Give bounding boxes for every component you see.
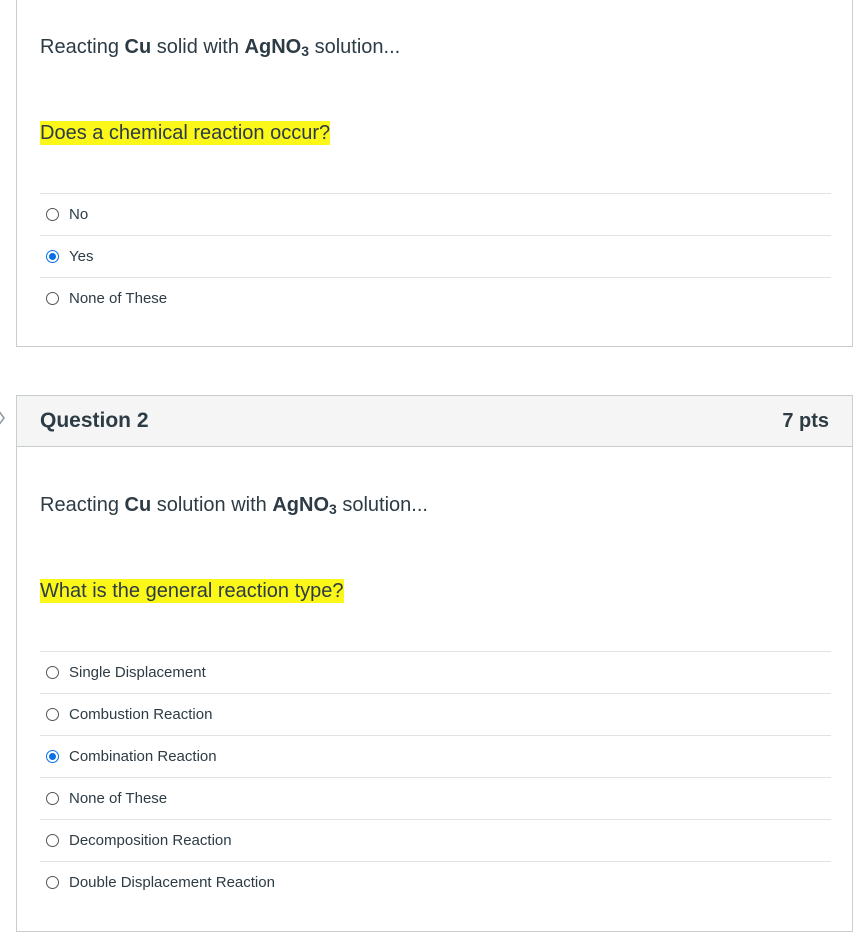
question-points: 7 pts (782, 409, 829, 432)
answer-label: Yes (69, 248, 94, 265)
answer-option[interactable]: Decomposition Reaction (40, 819, 831, 861)
answer-option[interactable]: None of These (40, 777, 831, 819)
stem-formula-cu: Cu (124, 494, 152, 516)
stem-text: Reacting (40, 494, 125, 516)
stem-text: solution with (151, 494, 273, 516)
radio-button-selected[interactable] (46, 250, 59, 263)
answer-label: Combination Reaction (69, 748, 217, 765)
radio-button[interactable] (46, 666, 59, 679)
question-2-answers: Single Displacement Combustion Reaction … (40, 651, 831, 903)
answer-label: Decomposition Reaction (69, 832, 232, 849)
answer-label: Combustion Reaction (69, 706, 213, 723)
answer-option[interactable]: Single Displacement (40, 651, 831, 693)
question-1-prompt: Does a chemical reaction occur? (40, 121, 331, 145)
question-1-body: Reacting Cu solid with AgNO3 solution...… (17, 0, 852, 346)
question-1-stem: Reacting Cu solid with AgNO3 solution... (40, 36, 400, 59)
radio-button[interactable] (46, 792, 59, 805)
answer-label: None of These (69, 790, 168, 807)
question-2-prompt: What is the general reaction type? (40, 579, 344, 603)
stem-text: solution... (336, 494, 428, 516)
radio-button[interactable] (46, 876, 59, 889)
answer-option[interactable]: Double Displacement Reaction (40, 861, 831, 903)
answer-option[interactable]: Combination Reaction (40, 735, 831, 777)
question-1-card: Reacting Cu solid with AgNO3 solution...… (16, 0, 853, 347)
stem-text: solid with (151, 36, 245, 58)
question-1-answers: No Yes None of These (40, 193, 831, 319)
answer-label: Double Displacement Reaction (69, 874, 275, 891)
stem-formula-agno3: AgNO3 (272, 494, 337, 517)
stem-formula-agno3: AgNO3 (244, 36, 310, 59)
answer-option[interactable]: Yes (40, 235, 831, 277)
radio-button[interactable] (46, 292, 59, 305)
radio-button-selected[interactable] (46, 750, 59, 763)
stem-text: Reacting (40, 36, 125, 58)
question-title: Question 2 (40, 409, 149, 432)
radio-button[interactable] (46, 834, 59, 847)
answer-label: Single Displacement (69, 664, 206, 681)
radio-button[interactable] (46, 708, 59, 721)
answer-label: No (69, 206, 89, 223)
question-2-stem: Reacting Cu solution with AgNO3 solution… (40, 494, 428, 517)
answer-option[interactable]: None of These (40, 277, 831, 319)
stem-text: solution... (309, 36, 401, 58)
radio-button[interactable] (46, 208, 59, 221)
answer-option[interactable]: No (40, 193, 831, 235)
chevron-right-icon[interactable] (0, 409, 6, 427)
question-2-card: Question 2 7 pts Reacting Cu solution wi… (16, 395, 853, 932)
answer-option[interactable]: Combustion Reaction (40, 693, 831, 735)
question-2-body: Reacting Cu solution with AgNO3 solution… (17, 447, 852, 932)
stem-formula-cu: Cu (124, 36, 152, 58)
answer-label: None of These (69, 290, 168, 307)
question-2-header: Question 2 7 pts (17, 396, 852, 447)
